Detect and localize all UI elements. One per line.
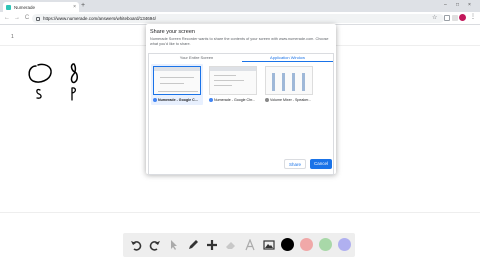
add-icon[interactable] (205, 238, 219, 252)
tab-application-window[interactable]: Application Window (242, 54, 333, 62)
window-preview (209, 66, 257, 95)
source-tabs: Your Entire Screen Application Window (151, 54, 333, 62)
sketch-s-letter (36, 88, 42, 99)
sketch-p-orbital (70, 63, 78, 84)
window-option-label: Numerade - Google Chr... (209, 98, 257, 102)
pointer-icon[interactable] (167, 238, 181, 252)
whiteboard-sketch (28, 63, 78, 101)
source-panel: Your Entire Screen Application Window Nu… (148, 53, 334, 175)
window-option-label: Numerade - Google C... (153, 98, 201, 102)
browser-tab[interactable]: Numerade × (3, 2, 79, 12)
profile-avatar[interactable] (459, 14, 466, 21)
dialog-description: Numerade Screen Recorder wants to share … (150, 37, 329, 46)
eraser-icon[interactable] (224, 238, 238, 252)
window-preview (153, 66, 201, 95)
sketch-p-letter (71, 87, 77, 101)
chrome-icon (209, 98, 213, 102)
bottom-divider (0, 212, 480, 213)
menu-kebab-icon[interactable]: ⋮ (470, 13, 476, 20)
window-option[interactable]: Volume Mixer - Speaker... (263, 64, 315, 105)
tab-strip: Numerade × + – □ × (0, 0, 480, 12)
speaker-icon (265, 98, 269, 102)
share-button[interactable]: Share (284, 159, 306, 169)
back-icon[interactable]: ← (2, 12, 12, 25)
window-preview (265, 66, 313, 95)
tab-title: Numerade (14, 4, 36, 10)
text-icon[interactable] (243, 238, 257, 252)
url-text: https://www.numerade.com/answers/whitebo… (43, 16, 157, 21)
tab-close-icon[interactable]: × (73, 4, 76, 10)
drawing-toolbar (123, 233, 355, 257)
redo-icon[interactable] (148, 238, 162, 252)
tab-entire-screen[interactable]: Your Entire Screen (151, 54, 242, 62)
color-black-swatch[interactable] (281, 238, 294, 251)
chrome-icon (153, 98, 157, 102)
reload-icon[interactable]: C (22, 12, 32, 25)
sketch-s-orbital (28, 63, 52, 83)
close-window-icon[interactable]: × (468, 2, 471, 9)
share-screen-dialog: Share your screen Numerade Screen Record… (146, 24, 336, 175)
minimize-icon[interactable]: – (444, 2, 447, 9)
bookmark-star-icon[interactable]: ☆ (432, 14, 437, 21)
pen-icon[interactable] (186, 238, 200, 252)
color-green-swatch[interactable] (319, 238, 332, 251)
new-tab-button[interactable]: + (81, 2, 85, 10)
forward-icon[interactable]: → (12, 12, 22, 25)
page-number: 1 (11, 34, 14, 40)
cancel-button[interactable]: Cancel (310, 159, 332, 169)
lock-icon (36, 16, 40, 21)
undo-icon[interactable] (129, 238, 143, 252)
window-option[interactable]: Numerade - Google C... (151, 64, 203, 105)
maximize-icon[interactable]: □ (456, 2, 459, 9)
window-option-label: Volume Mixer - Speaker... (265, 98, 313, 102)
numerade-favicon-icon (6, 4, 11, 10)
color-purple-swatch[interactable] (338, 238, 351, 251)
address-bar[interactable]: https://www.numerade.com/answers/whitebo… (32, 14, 444, 23)
dialog-title: Share your screen (150, 29, 195, 35)
window-option[interactable]: Numerade - Google Chr... (207, 64, 259, 105)
extension-icon[interactable] (444, 15, 450, 21)
extension-icon-2[interactable] (452, 15, 458, 21)
image-icon[interactable] (262, 238, 276, 252)
color-pink-swatch[interactable] (300, 238, 313, 251)
